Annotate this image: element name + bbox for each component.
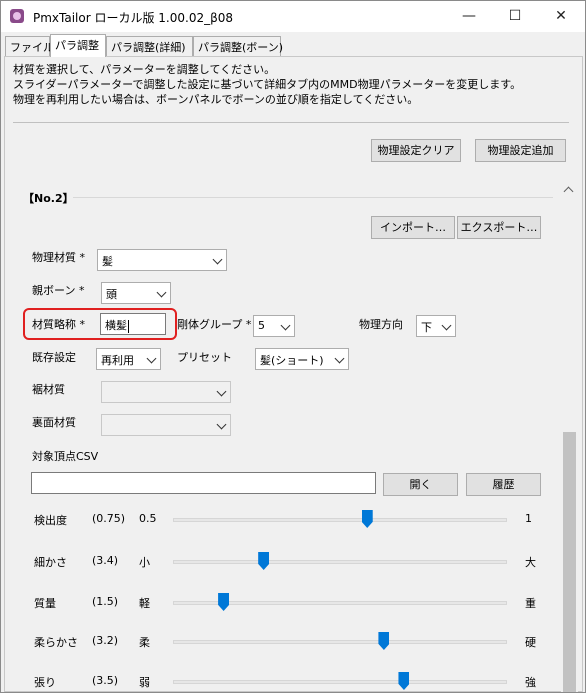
slider-min-label: 軽 [139,597,150,610]
maximize-button[interactable]: ☐ [492,1,538,32]
slider-thumb[interactable] [378,632,390,650]
slider-min-label: 0.5 [139,512,157,525]
tab-param-adjust[interactable]: パラ調整 [50,34,106,57]
slider-label: 質量 [34,597,56,610]
slider-min-label: 小 [139,556,150,569]
slider-track[interactable] [173,518,507,522]
slider-max-label: 硬 [525,636,536,649]
slider-label: 検出度 [34,514,67,527]
hem-material-label: 裾材質 [32,383,65,396]
chevron-down-icon [212,254,223,265]
settings-scroll-area: 【No.2】 インポート… エクスポート… 物理材質 * 髪 親ボーン * 頭 … [13,182,578,692]
slider-track[interactable] [173,560,507,564]
slider-thumb[interactable] [218,593,230,611]
physics-material-select[interactable]: 髪 [97,249,227,271]
slider-min-label: 柔 [139,636,150,649]
chevron-down-icon [334,353,345,364]
physics-material-value: 髪 [102,255,113,268]
slider-thumb[interactable] [361,510,373,528]
csv-history-button[interactable]: 履歴 [466,473,541,496]
slider-min-label: 弱 [139,676,150,689]
scrollbar-thumb[interactable] [563,432,576,692]
physics-material-label: 物理材質 * [32,251,85,264]
existing-setting-label: 既存設定 [32,351,76,364]
chevron-down-icon [156,287,167,298]
csv-path-input[interactable] [31,472,376,494]
slider-max-label: 大 [525,556,536,569]
tab-param-bone[interactable]: パラ調整(ボーン) [193,36,283,56]
parent-bone-label: 親ボーン * [32,284,85,297]
rigid-group-select[interactable]: 5 [253,315,295,337]
slider-track[interactable] [173,640,507,644]
back-material-label: 裏面材質 [32,416,76,429]
group-title: 【No.2】 [23,192,74,205]
slider-track[interactable] [173,680,507,684]
chevron-down-icon [441,320,452,331]
direction-select[interactable]: 下 [416,315,456,337]
chevron-up-icon [563,186,574,197]
slider-label: 張り [34,676,56,689]
title-bar: PmxTailor ローカル版 1.00.02_β08 — ☐ ✕ [1,1,585,32]
chevron-down-icon [280,320,291,331]
close-button[interactable]: ✕ [538,1,584,32]
description-line-1: 材質を選択して、パラメーターを調整してください。 [13,63,276,76]
group-border [73,197,553,198]
direction-label: 物理方向 [359,318,403,331]
minimize-button[interactable]: — [446,1,492,32]
direction-value: 下 [421,321,432,334]
slider-value: (1.5) [92,595,119,608]
export-button[interactable]: エクスポート… [457,216,541,239]
existing-setting-select[interactable]: 再利用 [96,348,161,370]
slider-value: (3.2) [92,634,119,647]
slider-max-label: 1 [525,512,532,525]
tab-param-detail[interactable]: パラ調整(詳細) [106,36,193,56]
slider-thumb[interactable] [398,672,410,690]
text-caret [128,319,129,333]
slider-value: (0.75) [92,512,126,525]
chevron-down-icon [216,419,227,430]
slider-label: 細かさ [34,556,67,569]
slider-max-label: 重 [525,597,536,610]
hem-material-select[interactable] [101,381,231,403]
preset-value: 髪(ショート) [260,354,324,367]
slider-value: (3.5) [92,674,119,687]
description-line-3: 物理を再利用したい場合は、ボーンパネルでボーンの並び順を指定してください。 [13,93,419,106]
description-line-2: スライダーパラメーターで調整した設定に基づいて詳細タブ内のMMD物理パラメーター… [13,78,522,91]
chevron-down-icon [216,386,227,397]
back-material-select[interactable] [101,414,231,436]
separator [13,122,569,123]
tab-file[interactable]: ファイル [5,36,54,56]
abbrev-input[interactable]: 横髪 [100,313,166,335]
slider-label: 柔らかさ [34,636,78,649]
import-button[interactable]: インポート… [371,216,455,239]
abbrev-value: 横髪 [105,319,127,332]
slider-value: (3.4) [92,554,119,567]
vertical-scrollbar[interactable] [561,182,578,692]
csv-open-button[interactable]: 開く [383,473,458,496]
physics-clear-button[interactable]: 物理設定クリア [371,139,461,162]
csv-label: 対象頂点CSV [32,450,99,463]
parent-bone-value: 頭 [106,288,117,301]
rigid-group-label: 剛体グループ * [177,318,252,331]
app-window: PmxTailor ローカル版 1.00.02_β08 — ☐ ✕ ファイル パ… [0,0,586,693]
rigid-group-value: 5 [258,319,265,332]
slider-thumb[interactable] [258,552,270,570]
preset-select[interactable]: 髪(ショート) [255,348,349,370]
physics-add-button[interactable]: 物理設定追加 [475,139,566,162]
existing-setting-value: 再利用 [101,354,134,367]
preset-label: プリセット [177,351,232,364]
abbrev-label: 材質略称 * [32,318,85,331]
window-title: PmxTailor ローカル版 1.00.02_β08 [33,11,234,25]
slider-max-label: 強 [525,676,536,689]
chevron-down-icon [146,353,157,364]
parent-bone-select[interactable]: 頭 [101,282,171,304]
app-icon [10,9,24,23]
